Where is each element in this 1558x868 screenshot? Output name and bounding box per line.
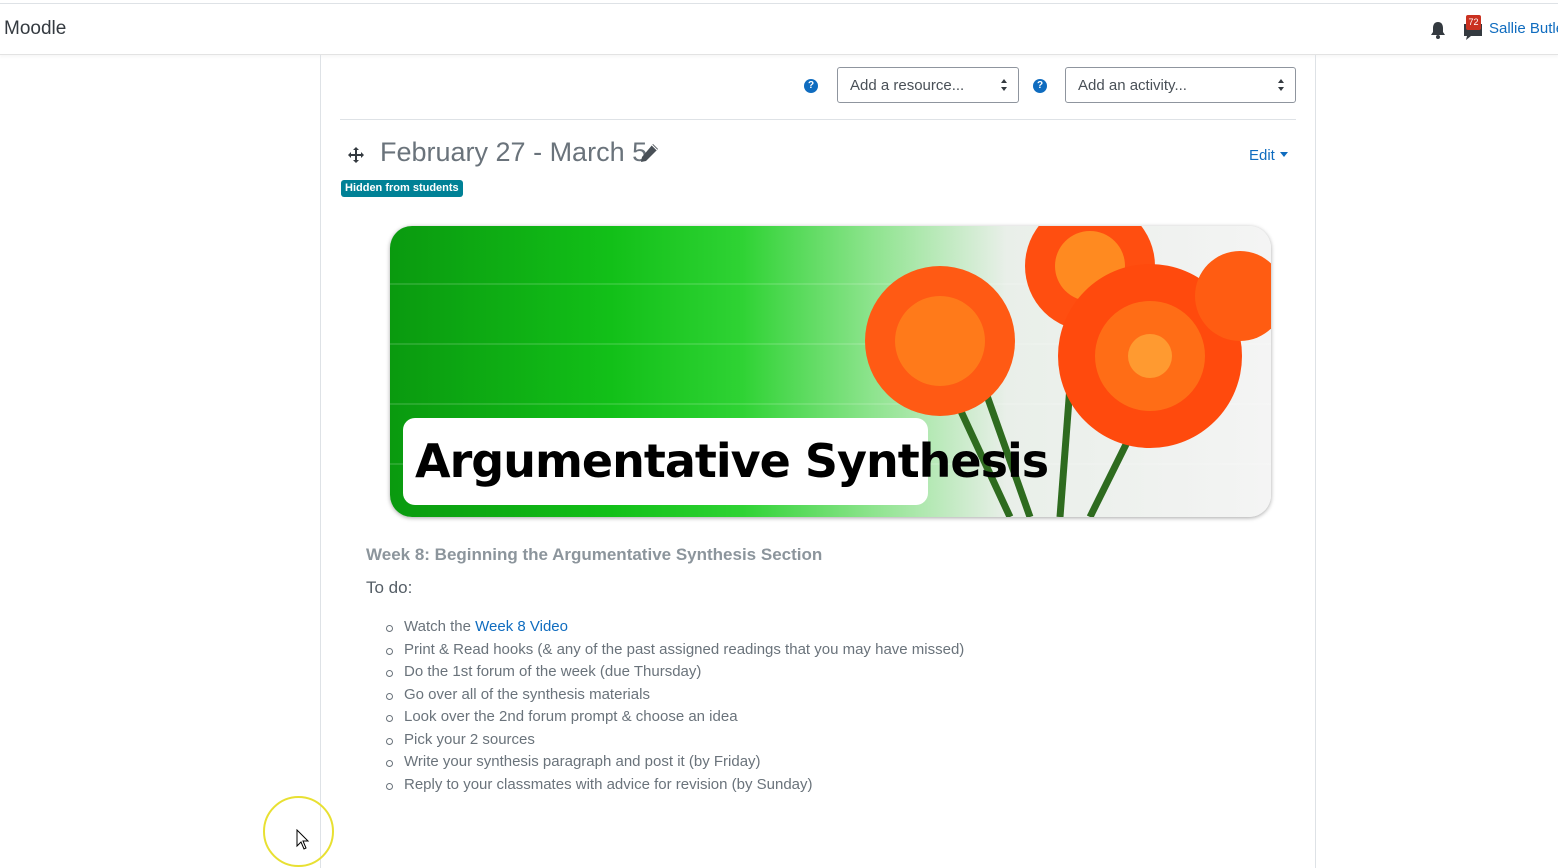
add-activity-select-value: Add an activity... <box>1078 77 1187 94</box>
add-resource-select-value: Add a resource... <box>850 77 965 94</box>
user-menu[interactable]: Sallie Butle <box>1489 20 1558 37</box>
bell-icon[interactable] <box>1428 20 1448 40</box>
site-brand[interactable]: Moodle <box>4 18 66 40</box>
hidden-status-badge: Hidden from students <box>341 180 463 197</box>
add-resource-select[interactable]: Add a resource... <box>837 67 1019 103</box>
todo-label: To do: <box>366 578 413 597</box>
list-item: Look over the 2nd forum prompt & choose … <box>385 706 964 729</box>
list-item: Go over all of the synthesis materials <box>385 684 964 707</box>
list-item: Print & Read hooks (& any of the past as… <box>385 639 964 662</box>
list-item: Watch the Week 8 Video <box>385 616 964 639</box>
caret-down-icon <box>1279 152 1288 157</box>
section-banner-image: Argumentative Synthesis <box>390 226 1271 517</box>
section-divider <box>340 119 1296 120</box>
message-count-badge: 72 <box>1466 15 1481 30</box>
section-edit-menu[interactable]: Edit <box>1249 147 1288 164</box>
question-circle-icon[interactable]: ? <box>1033 79 1047 93</box>
top-navbar: Moodle 72 Sallie Butle <box>0 4 1558 55</box>
edit-menu-label: Edit <box>1249 147 1275 164</box>
week-heading: Week 8: Beginning the Argumentative Synt… <box>366 545 823 564</box>
move-icon[interactable] <box>347 146 365 164</box>
task-list: Watch the Week 8 Video Print & Read hook… <box>385 616 964 797</box>
mouse-pointer-icon <box>296 829 310 850</box>
select-arrows-icon <box>1278 79 1284 91</box>
list-item: Write your synthesis paragraph and post … <box>385 751 964 774</box>
week-8-video-link[interactable]: Week 8 Video <box>475 618 568 635</box>
content-right-border <box>1315 55 1316 868</box>
task-text: Watch the <box>404 618 476 635</box>
question-circle-icon[interactable]: ? <box>804 79 818 93</box>
add-activity-select[interactable]: Add an activity... <box>1065 67 1296 103</box>
pencil-icon[interactable] <box>637 141 661 165</box>
section-title: February 27 - March 5 <box>380 137 648 167</box>
content-left-border <box>320 55 321 868</box>
banner-title-text: Argumentative Synthesis <box>415 434 1049 488</box>
select-arrows-icon <box>1001 79 1007 91</box>
list-item: Reply to your classmates with advice for… <box>385 774 964 797</box>
list-item: Do the 1st forum of the week (due Thursd… <box>385 661 964 684</box>
list-item: Pick your 2 sources <box>385 729 964 752</box>
